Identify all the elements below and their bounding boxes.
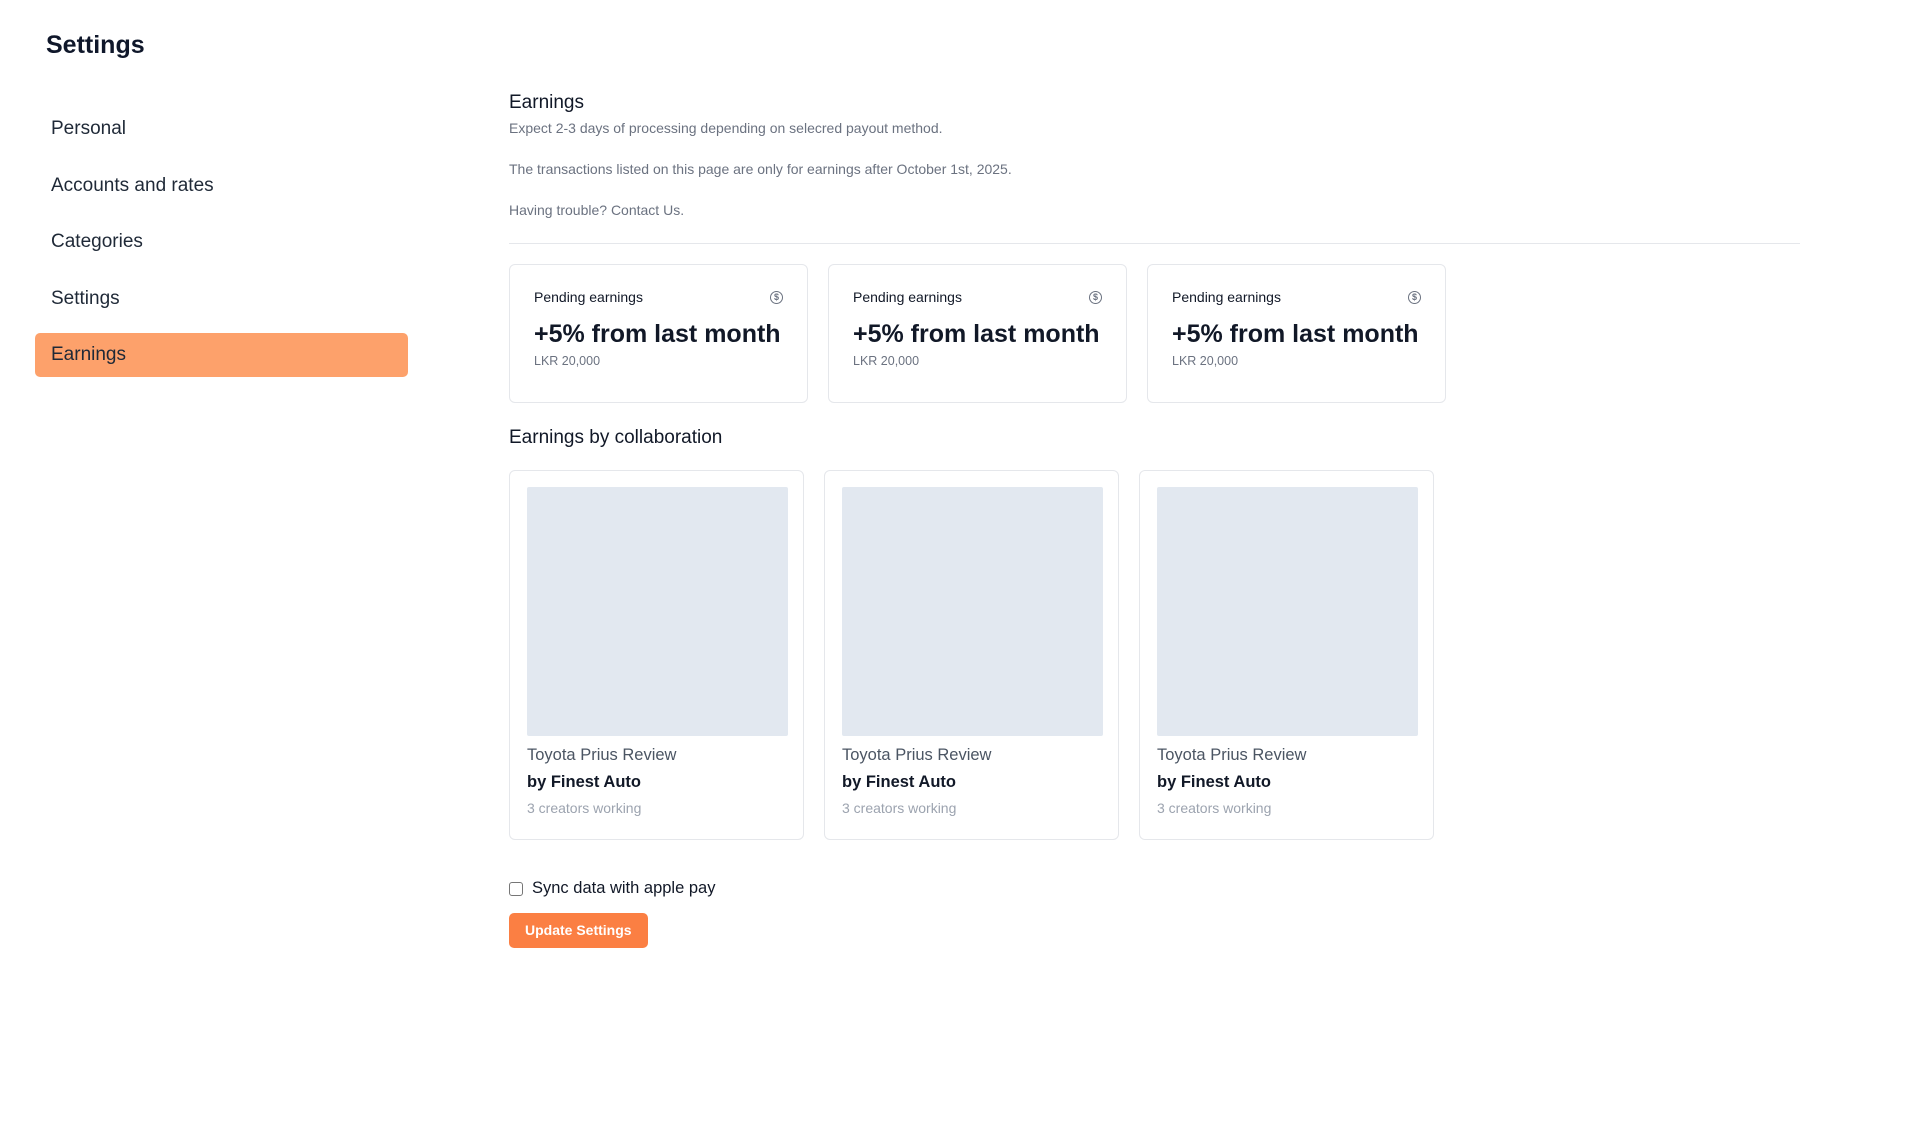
collaboration-name: Toyota Prius Review: [527, 746, 677, 764]
sidebar-item-earnings[interactable]: Earnings: [35, 333, 408, 377]
collaboration-thumbnail: [1157, 487, 1418, 736]
collaboration-creators: 3 creators working: [842, 800, 957, 816]
stat-amount: LKR 20,000: [534, 354, 601, 368]
sidebar-item-accounts-and-rates[interactable]: Accounts and rates: [35, 164, 408, 208]
stat-card: Pending earnings $ +5% from last month L…: [509, 264, 808, 403]
sync-row: Sync data with apple pay: [509, 879, 1800, 898]
collaboration-card[interactable]: Toyota Prius Review by Finest Auto 3 cre…: [509, 470, 804, 840]
contact-note: Having trouble? Contact Us.: [509, 202, 685, 218]
stat-label: Pending earnings: [534, 289, 643, 305]
payout-processing-note: Expect 2-3 days of processing depending …: [509, 120, 943, 136]
collaboration-list: Toyota Prius Review by Finest Auto 3 cre…: [509, 470, 1800, 840]
collaboration-thumbnail: [527, 487, 788, 736]
section-title: Earnings: [509, 92, 584, 113]
sidebar-item-settings[interactable]: Settings: [35, 277, 408, 321]
sync-apple-pay-label[interactable]: Sync data with apple pay: [532, 879, 715, 898]
collaboration-name: Toyota Prius Review: [1157, 746, 1307, 764]
stat-value: +5% from last month: [853, 320, 1100, 348]
collaboration-creators: 3 creators working: [527, 800, 642, 816]
update-settings-button[interactable]: Update Settings: [509, 913, 648, 948]
collaboration-name: Toyota Prius Review: [842, 746, 992, 764]
collaboration-brand: by Finest Auto: [527, 773, 641, 791]
collaboration-card[interactable]: Toyota Prius Review by Finest Auto 3 cre…: [1139, 470, 1434, 840]
sync-apple-pay-checkbox[interactable]: [509, 881, 523, 896]
stat-value: +5% from last month: [534, 320, 781, 348]
stats-row: Pending earnings $ +5% from last month L…: [509, 264, 1800, 403]
stat-label: Pending earnings: [1172, 289, 1281, 305]
collaboration-card[interactable]: Toyota Prius Review by Finest Auto 3 cre…: [824, 470, 1119, 840]
collaboration-creators: 3 creators working: [1157, 800, 1272, 816]
dollar-circle-icon: $: [1408, 291, 1421, 304]
stat-value: +5% from last month: [1172, 320, 1419, 348]
settings-sidebar: Personal Accounts and rates Categories S…: [35, 107, 408, 390]
dollar-circle-icon: $: [770, 291, 783, 304]
page-title: Settings: [46, 31, 145, 59]
collaboration-title: Earnings by collaboration: [509, 427, 723, 448]
stat-card: Pending earnings $ +5% from last month L…: [1147, 264, 1446, 403]
earnings-panel: Earnings Expect 2-3 days of processing d…: [509, 90, 1800, 948]
stat-amount: LKR 20,000: [1172, 354, 1239, 368]
transactions-note: The transactions listed on this page are…: [509, 161, 1012, 177]
collaboration-brand: by Finest Auto: [1157, 773, 1271, 791]
collaboration-thumbnail: [842, 487, 1103, 736]
collaboration-brand: by Finest Auto: [842, 773, 956, 791]
sidebar-item-categories[interactable]: Categories: [35, 220, 408, 264]
divider: [509, 243, 1800, 244]
stat-amount: LKR 20,000: [853, 354, 920, 368]
stat-card: Pending earnings $ +5% from last month L…: [828, 264, 1127, 403]
dollar-circle-icon: $: [1089, 291, 1102, 304]
stat-label: Pending earnings: [853, 289, 962, 305]
sidebar-item-personal[interactable]: Personal: [35, 107, 408, 151]
